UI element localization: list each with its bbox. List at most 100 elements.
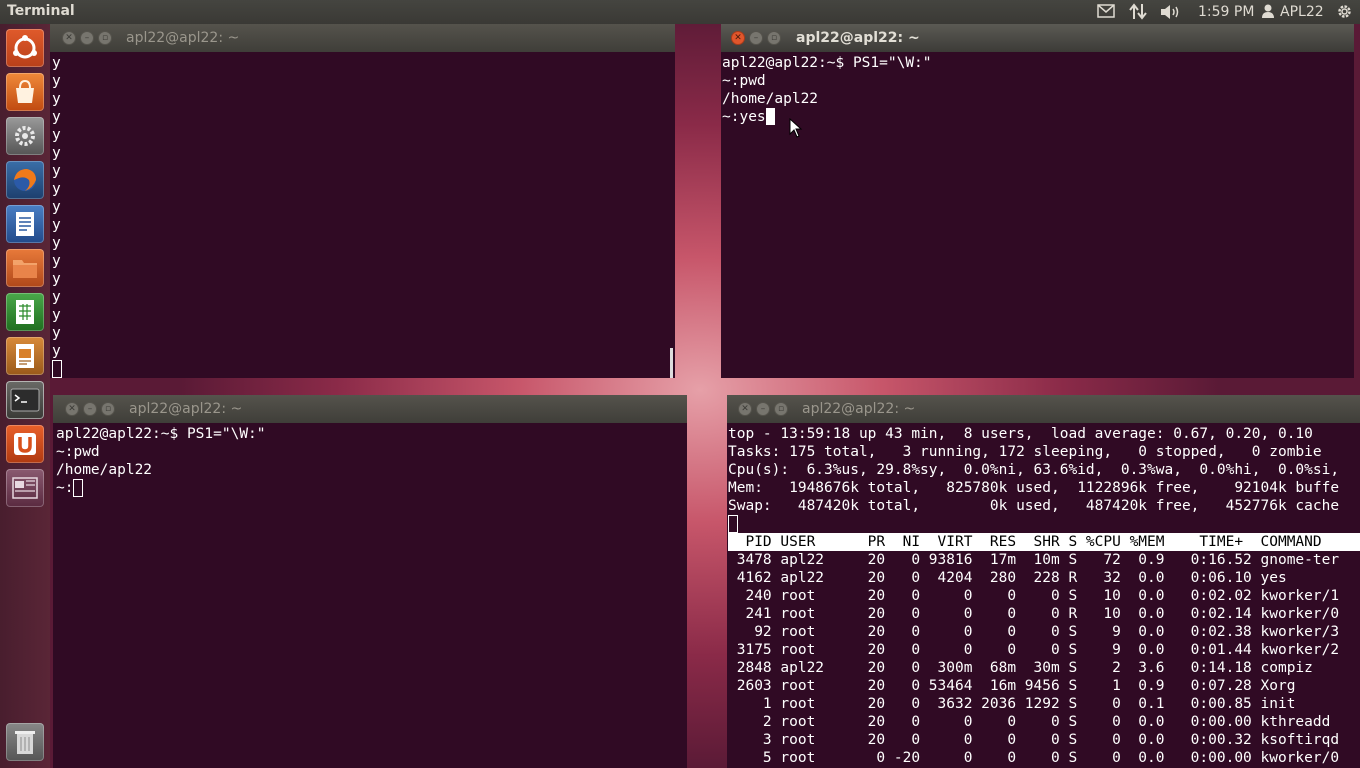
top-summary-line: top - 13:59:18 up 43 min, 8 users, load … [728,425,1360,443]
output-line: y [52,180,673,198]
terminal-output[interactable]: apl22@apl22:~$ PS1="\W:" ~:pwd/home/apl22… [722,54,1352,378]
output-line: y [52,270,673,288]
trash-icon[interactable] [6,723,44,761]
top-output[interactable]: top - 13:59:18 up 43 min, 8 users, load … [728,425,1360,768]
process-row-text: 2 root 20 0 0 0 0 S 0 0.0 0:00.00 kthrea… [728,714,1331,730]
output-line-text: y [52,145,61,161]
process-row-text: 3478 apl22 20 0 93816 17m 10m S 72 0.9 0… [728,552,1340,568]
output-line: y [52,198,673,216]
process-row-text: 5 root 0 -20 0 0 0 S 0 0.0 0:00.00 kwork… [728,750,1340,766]
top-summary-line: Cpu(s): 6.3%us, 29.8%sy, 0.0%ni, 63.6%id… [728,461,1360,479]
prompt-line-text: ~: [56,480,74,496]
prompt-line: /home/apl22 [56,461,685,479]
close-button[interactable]: ✕ [738,402,752,416]
prompt-line-text: /home/apl22 [56,462,153,478]
window-title: apl22@apl22: ~ [126,30,240,46]
ubuntu-dash-icon[interactable] [6,29,44,67]
gear-icon[interactable] [1336,3,1353,24]
prompt-line: apl22@apl22:~$ PS1="\W:" [722,54,1352,72]
process-row-text: 3175 root 20 0 0 0 0 S 9 0.0 0:01.44 kwo… [728,642,1340,658]
process-table-header: PID USER PR NI VIRT RES SHR S %CPU %MEM … [728,533,1360,551]
output-line: y [52,72,673,90]
terminal-window-top[interactable]: ✕ – ▫ apl22@apl22: ~ top - 13:59:18 up 4… [727,395,1360,768]
terminal-output[interactable]: apl22@apl22:~$ PS1="\W:" ~:pwd/home/apl22… [56,425,685,768]
top-summary-line-text: Swap: 487420k total, 0k used, 487420k fr… [728,498,1340,514]
output-line-text: y [52,181,61,197]
top-summary-line: Mem: 1948676k total, 825780k used, 11228… [728,479,1360,497]
window-titlebar[interactable]: ✕ – ▫ apl22@apl22: ~ [53,395,687,423]
workspace-switcher-icon[interactable] [6,469,44,507]
maximize-button[interactable]: ▫ [98,31,112,45]
output-line: y [52,108,673,126]
files-icon[interactable] [6,249,44,287]
system-settings-icon[interactable] [6,117,44,155]
terminal-output[interactable]: yyyyyyyyyyyyyyyyy [52,54,673,378]
clock[interactable]: 1:59 PM [1198,4,1254,20]
prompt-line: ~: [56,479,685,497]
output-line: y [52,342,673,360]
close-button[interactable]: ✕ [62,31,76,45]
top-panel: Terminal 1:59 PM APL22 [0,0,1360,24]
minimize-button[interactable]: – [756,402,770,416]
prompt-line: ~:pwd [56,443,685,461]
mail-icon[interactable] [1097,4,1115,22]
output-line: y [52,288,673,306]
output-line: y [52,216,673,234]
volume-icon[interactable] [1160,4,1182,24]
maximize-button[interactable]: ▫ [767,31,781,45]
process-table-header-text: PID USER PR NI VIRT RES SHR S %CPU %MEM … [728,534,1322,550]
prompt-line: /home/apl22 [722,90,1352,108]
minimize-button[interactable]: – [80,31,94,45]
ubuntu-one-icon[interactable] [6,425,44,463]
output-line: y [52,90,673,108]
close-button[interactable]: ✕ [65,402,79,416]
prompt-line-text: apl22@apl22:~$ PS1="\W:" [722,55,932,71]
output-line-text: y [52,73,61,89]
terminal-window-shell[interactable]: ✕ – ▫ apl22@apl22: ~ apl22@apl22:~$ PS1=… [53,395,687,768]
maximize-button[interactable]: ▫ [774,402,788,416]
scrollbar[interactable] [670,348,673,378]
minimize-button[interactable]: – [749,31,763,45]
window-titlebar[interactable]: ✕ – ▫ apl22@apl22: ~ [721,24,1354,52]
output-line-text: y [52,199,61,215]
firefox-icon[interactable] [6,161,44,199]
close-button[interactable]: ✕ [731,31,745,45]
prompt-line-text: ~:pwd [56,444,100,460]
output-line-text: y [52,253,61,269]
window-title: apl22@apl22: ~ [796,30,920,46]
output-line-text: y [52,217,61,233]
output-line-text: y [52,55,61,71]
libreoffice-impress-icon[interactable] [6,337,44,375]
network-icon[interactable] [1129,3,1147,24]
software-center-icon[interactable] [6,73,44,111]
text-cursor [728,515,738,533]
user-icon[interactable] [1262,4,1274,22]
process-row: 3175 root 20 0 0 0 0 S 9 0.0 0:01.44 kwo… [728,641,1360,659]
top-summary-line-text: Cpu(s): 6.3%us, 29.8%sy, 0.0%ni, 63.6%id… [728,462,1340,478]
user-name[interactable]: APL22 [1280,4,1324,20]
process-row: 2848 apl22 20 0 300m 68m 30m S 2 3.6 0:1… [728,659,1360,677]
process-row-text: 1 root 20 0 3632 2036 1292 S 0 0.1 0:00.… [728,696,1296,712]
text-cursor [73,479,84,497]
top-summary-line-text: top - 13:59:18 up 43 min, 8 users, load … [728,426,1313,442]
minimize-button[interactable]: – [83,402,97,416]
libreoffice-calc-icon[interactable] [6,293,44,331]
window-titlebar[interactable]: ✕ – ▫ apl22@apl22: ~ [727,395,1360,423]
window-titlebar[interactable]: ✕ – ▫ apl22@apl22: ~ [50,24,675,52]
terminal-icon[interactable] [6,381,44,419]
output-line-text: y [52,307,61,323]
top-summary-line: Tasks: 175 total, 3 running, 172 sleepin… [728,443,1360,461]
top-summary-line-text: Tasks: 175 total, 3 running, 172 sleepin… [728,444,1322,460]
terminal-window-active[interactable]: ✕ – ▫ apl22@apl22: ~ apl22@apl22:~$ PS1=… [721,24,1354,378]
process-row: 1 root 20 0 3632 2036 1292 S 0 0.1 0:00.… [728,695,1360,713]
terminal-window-yes-output[interactable]: ✕ – ▫ apl22@apl22: ~ yyyyyyyyyyyyyyyyy [50,24,675,378]
libreoffice-writer-icon[interactable] [6,205,44,243]
active-app-title: Terminal [7,3,75,19]
output-line-text: y [52,127,61,143]
maximize-button[interactable]: ▫ [101,402,115,416]
prompt-line-text: ~:yes [722,109,766,125]
window-title: apl22@apl22: ~ [129,401,243,417]
process-row-text: 92 root 20 0 0 0 0 S 9 0.0 0:02.38 kwork… [728,624,1340,640]
prompt-line-text: ~:pwd [722,73,766,89]
top-summary-line: Swap: 487420k total, 0k used, 487420k fr… [728,497,1360,515]
